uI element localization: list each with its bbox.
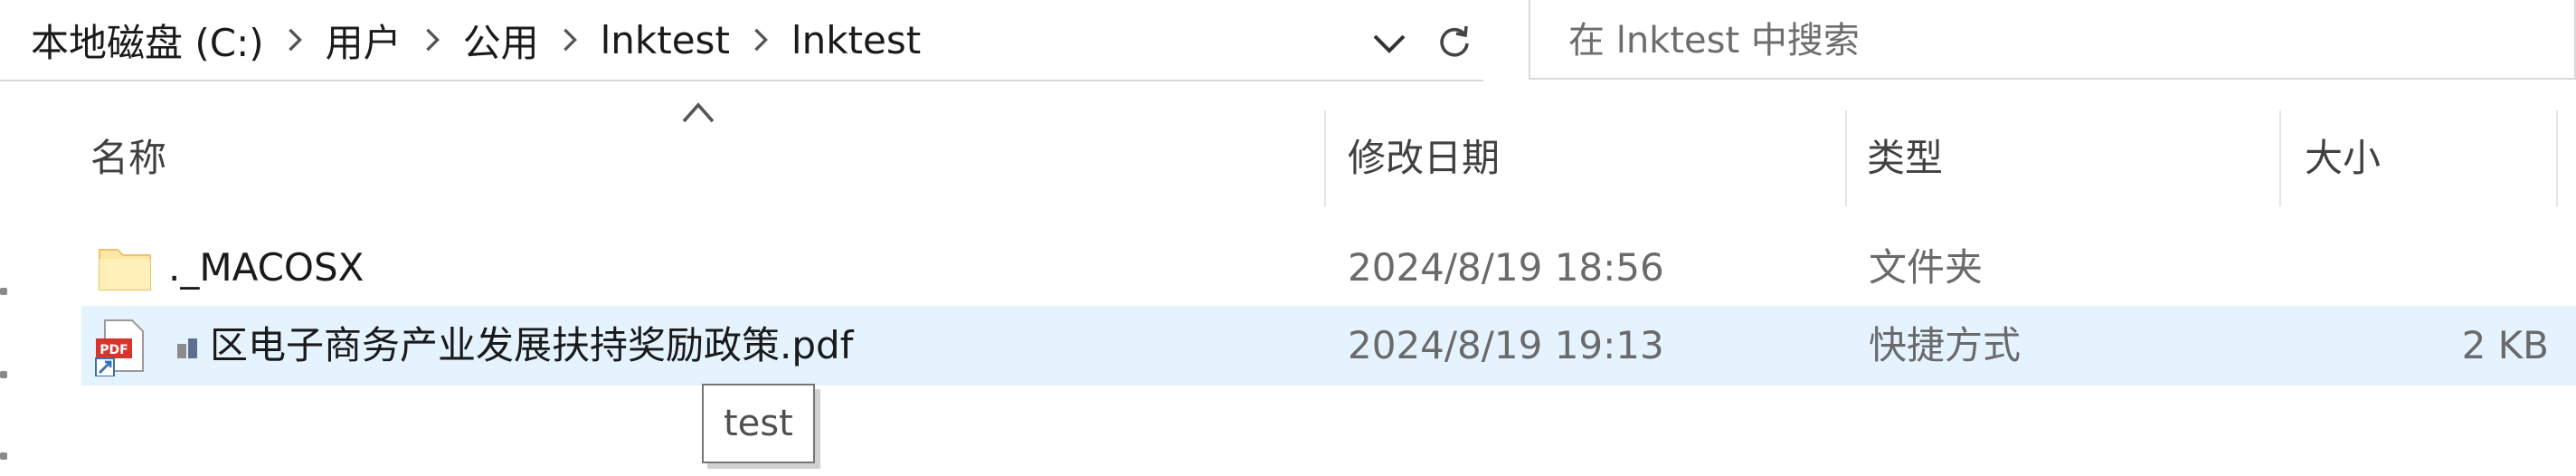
breadcrumb-chevron-icon[interactable]	[407, 0, 458, 80]
column-divider[interactable]	[2279, 110, 2281, 206]
breadcrumb-chevron-icon[interactable]	[270, 0, 320, 80]
column-header-date[interactable]: 修改日期	[1348, 127, 1836, 190]
column-header-size-label: 大小	[2305, 136, 2382, 180]
file-size: 2 KB	[2461, 323, 2549, 367]
column-divider[interactable]	[2556, 110, 2558, 206]
folder-icon	[99, 249, 151, 290]
column-divider[interactable]	[1324, 110, 1326, 206]
breadcrumb-item-lnktest-current[interactable]: lnktest	[786, 18, 926, 62]
breadcrumb-item-drive[interactable]: 本地磁盘 (C:)	[25, 13, 270, 68]
column-header-name[interactable]: 名称	[90, 127, 1321, 190]
pdf-shortcut-icon: PDF	[95, 319, 144, 376]
file-name[interactable]: 区电子商务产业发展扶持奖励政策.pdf	[210, 306, 853, 386]
breadcrumb-chevron-icon[interactable]	[545, 0, 595, 80]
nav-pane-scroll-marker	[0, 288, 7, 295]
refresh-button[interactable]	[1429, 16, 1480, 67]
nav-pane-scroll-marker	[0, 452, 7, 460]
address-history-button[interactable]	[1366, 20, 1413, 67]
tooltip: test	[702, 384, 815, 463]
refresh-icon	[1440, 25, 1469, 57]
file-row-selected[interactable]: PDF 区电子商务产业发展扶持奖励政策.pdf 2024/8/19 19:13 …	[81, 306, 2576, 386]
column-header-date-label: 修改日期	[1348, 136, 1501, 180]
column-divider[interactable]	[1845, 110, 1847, 206]
search-input[interactable]	[1567, 0, 2520, 81]
breadcrumb-chevron-icon[interactable]	[735, 0, 786, 80]
unreadable-glyph-icon	[177, 338, 197, 358]
column-header-size[interactable]: 大小	[2305, 127, 2558, 190]
file-date: 2024/8/19 18:56	[1348, 245, 1664, 290]
file-type: 文件夹	[1869, 245, 1984, 290]
file-row[interactable]: ._MACOSX 2024/8/19 18:56 文件夹	[81, 228, 2576, 308]
chevron-down-icon	[1373, 34, 1406, 53]
address-bar[interactable]: 本地磁盘 (C:) 用户 公用 lnktest lnktest	[0, 0, 1483, 81]
svg-text:PDF: PDF	[99, 343, 128, 357]
file-type: 快捷方式	[1869, 323, 2022, 367]
search-box[interactable]	[1529, 0, 2576, 81]
breadcrumb-item-lnktest[interactable]: lnktest	[595, 18, 735, 62]
file-date: 2024/8/19 19:13	[1348, 323, 1664, 367]
column-header-type[interactable]: 类型	[1867, 127, 2265, 190]
file-name[interactable]: ._MACOSX	[168, 228, 364, 308]
column-header-type-label: 类型	[1867, 136, 1944, 180]
breadcrumb-item-users[interactable]: 用户	[320, 13, 407, 68]
column-header-name-label: 名称	[90, 136, 167, 180]
nav-pane-scroll-marker	[0, 371, 7, 378]
sort-ascending-icon	[682, 102, 715, 123]
breadcrumb: 本地磁盘 (C:) 用户 公用 lnktest lnktest	[25, 0, 926, 80]
breadcrumb-item-public[interactable]: 公用	[458, 13, 545, 68]
